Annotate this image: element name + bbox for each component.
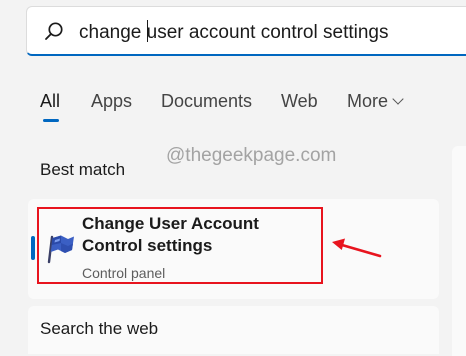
tab-documents-label: Documents	[161, 91, 253, 111]
tab-active-indicator	[43, 119, 59, 122]
tab-apps[interactable]: Apps	[91, 88, 132, 114]
tab-all-label: All	[40, 91, 61, 111]
selection-indicator	[31, 236, 35, 260]
tab-more[interactable]: More	[347, 88, 404, 114]
preview-panel	[452, 146, 466, 356]
search-icon	[45, 22, 63, 40]
highlight-box	[37, 207, 323, 284]
search-web-heading: Search the web	[40, 319, 159, 338]
search-input[interactable]: change user account control settings	[79, 20, 388, 45]
tab-more-label: More	[347, 91, 389, 111]
tab-apps-label: Apps	[91, 91, 133, 111]
tab-web[interactable]: Web	[281, 88, 318, 114]
chevron-down-icon	[392, 93, 404, 105]
search-query-before-caret: change	[79, 22, 147, 43]
tab-web-label: Web	[281, 91, 318, 111]
search-query-after-caret: user account control settings	[146, 22, 389, 43]
tab-all[interactable]: All	[40, 88, 61, 122]
annotation-arrow	[332, 238, 382, 258]
tab-documents[interactable]: Documents	[161, 88, 252, 114]
best-match-heading: Best match	[40, 160, 126, 179]
search-box[interactable]: change user account control settings	[26, 6, 466, 56]
watermark: @thegeekpage.com	[166, 145, 337, 166]
